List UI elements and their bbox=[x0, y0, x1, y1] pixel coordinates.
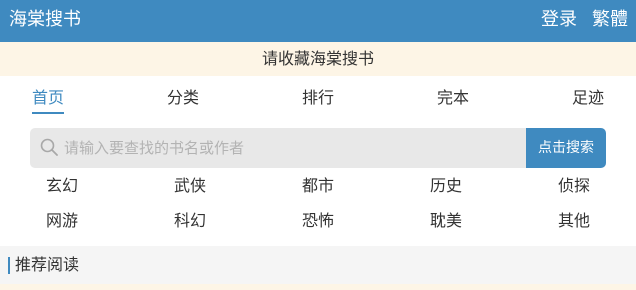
category-link[interactable]: 武侠 bbox=[150, 175, 230, 197]
category-link[interactable]: 侦探 bbox=[534, 175, 614, 197]
search-input[interactable] bbox=[64, 136, 519, 160]
nav-history[interactable]: 足迹 bbox=[572, 86, 604, 114]
bottom-divider bbox=[0, 284, 636, 290]
category-link[interactable]: 其他 bbox=[534, 210, 614, 232]
category-link[interactable]: 玄幻 bbox=[22, 175, 102, 197]
section-accent-bar bbox=[8, 257, 10, 274]
category-link[interactable]: 都市 bbox=[278, 175, 358, 197]
category-link[interactable]: 恐怖 bbox=[278, 210, 358, 232]
bookmark-notice: 请收藏海棠搜书 bbox=[0, 42, 636, 76]
nav-category[interactable]: 分类 bbox=[167, 86, 199, 114]
category-link[interactable]: 历史 bbox=[406, 175, 486, 197]
nav-ranking[interactable]: 排行 bbox=[302, 86, 334, 114]
recommend-section-header bbox=[0, 246, 636, 284]
category-link[interactable]: 网游 bbox=[22, 210, 102, 232]
category-link[interactable]: 耽美 bbox=[406, 210, 486, 232]
traditional-chinese-link[interactable]: 繁體 bbox=[592, 8, 628, 32]
nav-completed[interactable]: 完本 bbox=[437, 86, 469, 114]
login-link[interactable]: 登录 bbox=[541, 8, 577, 32]
recommend-section-title: 推荐阅读 bbox=[15, 255, 80, 274]
search-button[interactable]: 点击搜索 bbox=[526, 128, 606, 168]
category-link[interactable]: 科幻 bbox=[150, 210, 230, 232]
nav-home[interactable]: 首页 bbox=[32, 86, 65, 114]
search-icon bbox=[40, 138, 58, 156]
site-title-link[interactable]: 海棠搜书 bbox=[9, 8, 81, 32]
